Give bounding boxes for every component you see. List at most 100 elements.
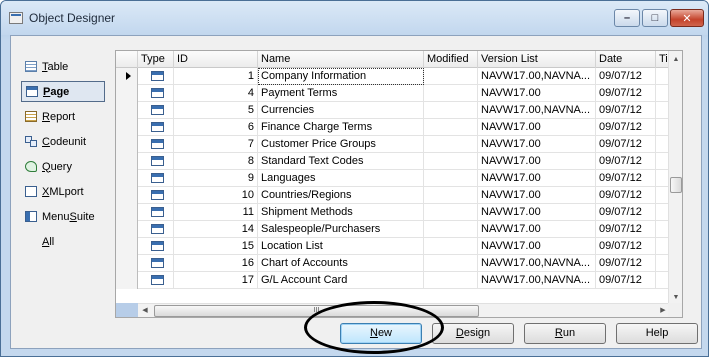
- name-cell[interactable]: Location List: [258, 238, 424, 255]
- name-cell[interactable]: Finance Charge Terms: [258, 119, 424, 136]
- sidebar-item-query[interactable]: Query: [21, 156, 105, 177]
- table-row[interactable]: 10 Countries/Regions NAVW17.00 09/07/12: [116, 187, 682, 204]
- name-cell[interactable]: Company Information: [258, 68, 424, 85]
- label-accelerator: S: [69, 210, 77, 223]
- column-header-id[interactable]: ID: [174, 51, 258, 68]
- type-cell: [138, 221, 174, 238]
- current-row-pointer-icon: [126, 72, 131, 80]
- table-row[interactable]: 6 Finance Charge Terms NAVW17.00 09/07/12: [116, 119, 682, 136]
- page-object-icon: [151, 190, 164, 200]
- row-selector[interactable]: [116, 204, 138, 221]
- name-cell[interactable]: Standard Text Codes: [258, 153, 424, 170]
- vertical-scroll-thumb[interactable]: [670, 177, 682, 193]
- id-cell: 10: [174, 187, 258, 204]
- label-part: MLport: [49, 185, 84, 198]
- sidebar-item-codeunit[interactable]: Codeunit: [21, 131, 105, 152]
- name-cell[interactable]: Payment Terms: [258, 85, 424, 102]
- row-selector[interactable]: [116, 221, 138, 238]
- scroll-left-icon[interactable]: ◀: [138, 304, 152, 317]
- date-cell: 09/07/12: [596, 170, 656, 187]
- vertical-scrollbar[interactable]: ▲ ▼: [668, 51, 682, 305]
- maximize-button[interactable]: □: [642, 9, 668, 27]
- table-row[interactable]: 1 Company Information NAVW17.00,NAVNA... 09…: [116, 68, 682, 85]
- close-button[interactable]: ✕: [670, 9, 704, 27]
- row-selector[interactable]: [116, 119, 138, 136]
- sidebar-item-label: XMLport: [42, 186, 84, 198]
- table-row[interactable]: 14 Salespeople/Purchasers NAVW17.00 09/07/1…: [116, 221, 682, 238]
- sidebar-item-report[interactable]: Report: [21, 106, 105, 127]
- sidebar-item-menusuite[interactable]: MenuSuite: [21, 206, 105, 227]
- title-bar[interactable]: Object Designer – □ ✕: [1, 1, 708, 35]
- modified-cell: [424, 255, 478, 272]
- table-row[interactable]: 15 Location List NAVW17.00 09/07/12: [116, 238, 682, 255]
- column-header-date[interactable]: Date: [596, 51, 656, 68]
- object-list-grid: Type ID Name Modified Version List Date Ti 1 Co…: [115, 50, 683, 318]
- row-selector[interactable]: [116, 136, 138, 153]
- row-selector[interactable]: [116, 255, 138, 272]
- help-button[interactable]: Help: [616, 323, 698, 344]
- modified-cell: [424, 119, 478, 136]
- table-row[interactable]: 7 Customer Price Groups NAVW17.00 09/07/12: [116, 136, 682, 153]
- label-part: odeunit: [49, 135, 87, 148]
- sidebar-item-xmlport[interactable]: XMLport: [21, 181, 105, 202]
- page-object-icon: [151, 88, 164, 98]
- modified-cell: [424, 221, 478, 238]
- sidebar-item-table[interactable]: Table: [21, 56, 105, 77]
- name-cell[interactable]: Languages: [258, 170, 424, 187]
- id-cell: 1: [174, 68, 258, 85]
- id-cell: 8: [174, 153, 258, 170]
- row-selector[interactable]: [116, 187, 138, 204]
- date-cell: 09/07/12: [596, 136, 656, 153]
- type-cell: [138, 85, 174, 102]
- scrollbar-corner: [668, 303, 682, 317]
- row-selector[interactable]: [116, 68, 138, 85]
- row-selector[interactable]: [116, 153, 138, 170]
- sidebar-item-page[interactable]: Page: [21, 81, 105, 102]
- column-header-version-list[interactable]: Version List: [478, 51, 596, 68]
- page-icon: [26, 86, 38, 97]
- modified-cell: [424, 85, 478, 102]
- query-icon: [25, 161, 37, 172]
- version-list-cell: NAVW17.00: [478, 187, 596, 204]
- modified-cell: [424, 204, 478, 221]
- row-selector[interactable]: [116, 272, 138, 289]
- column-header-modified[interactable]: Modified: [424, 51, 478, 68]
- row-selector[interactable]: [116, 102, 138, 119]
- name-cell[interactable]: Salespeople/Purchasers: [258, 221, 424, 238]
- object-designer-icon: [9, 12, 23, 24]
- run-button[interactable]: Run: [524, 323, 606, 344]
- minimize-button[interactable]: –: [614, 9, 640, 27]
- menusuite-icon: [25, 211, 37, 222]
- version-list-cell: NAVW17.00: [478, 153, 596, 170]
- sidebar-item-label: Page: [43, 86, 69, 98]
- table-row[interactable]: 17 G/L Account Card NAVW17.00,NAVNA... 09/0…: [116, 272, 682, 289]
- table-row[interactable]: 4 Payment Terms NAVW17.00 09/07/12: [116, 85, 682, 102]
- row-selector[interactable]: [116, 85, 138, 102]
- sidebar-item-all[interactable]: All: [21, 231, 105, 252]
- date-cell: 09/07/12: [596, 221, 656, 238]
- design-button[interactable]: Design: [432, 323, 514, 344]
- table-row[interactable]: 9 Languages NAVW17.00 09/07/12: [116, 170, 682, 187]
- row-selector[interactable]: [116, 170, 138, 187]
- table-row[interactable]: 11 Shipment Methods NAVW17.00 09/07/12: [116, 204, 682, 221]
- modified-cell: [424, 68, 478, 85]
- name-cell[interactable]: G/L Account Card: [258, 272, 424, 289]
- date-cell: 09/07/12: [596, 85, 656, 102]
- row-selector[interactable]: [116, 238, 138, 255]
- table-row[interactable]: 8 Standard Text Codes NAVW17.00 09/07/12: [116, 153, 682, 170]
- name-cell[interactable]: Countries/Regions: [258, 187, 424, 204]
- modified-cell: [424, 272, 478, 289]
- scroll-up-icon[interactable]: ▲: [669, 53, 682, 67]
- name-cell[interactable]: Currencies: [258, 102, 424, 119]
- type-cell: [138, 68, 174, 85]
- page-object-icon: [151, 139, 164, 149]
- name-cell[interactable]: Customer Price Groups: [258, 136, 424, 153]
- table-row[interactable]: 16 Chart of Accounts NAVW17.00,NAVNA... 09/…: [116, 255, 682, 272]
- header-selector: [116, 51, 138, 68]
- version-list-cell: NAVW17.00: [478, 136, 596, 153]
- name-cell[interactable]: Shipment Methods: [258, 204, 424, 221]
- name-cell[interactable]: Chart of Accounts: [258, 255, 424, 272]
- table-row[interactable]: 5 Currencies NAVW17.00,NAVNA... 09/07/12: [116, 102, 682, 119]
- column-header-name[interactable]: Name: [258, 51, 424, 68]
- column-header-type[interactable]: Type: [138, 51, 174, 68]
